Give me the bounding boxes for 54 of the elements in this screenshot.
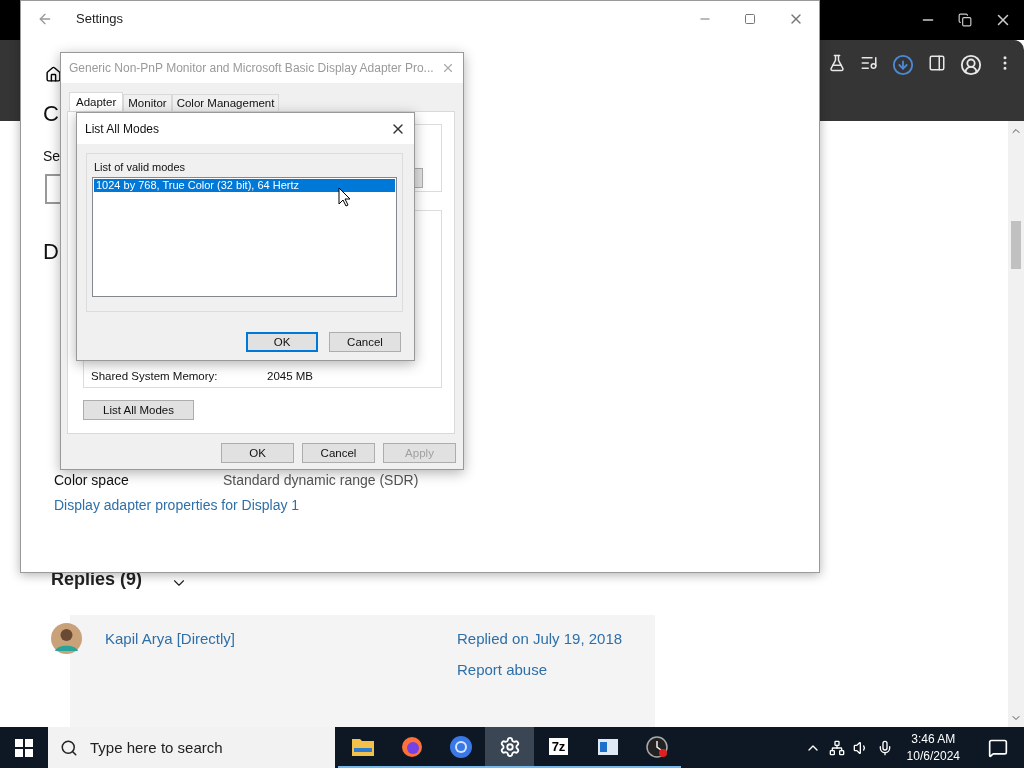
memory-value: 2045 MB [267,370,314,382]
tab[interactable]: Color Management [171,94,280,111]
clock-icon [644,734,669,759]
notifications-icon[interactable] [988,737,1008,758]
info-value: Standard dynamic range (SDR) [223,471,419,488]
home-icon[interactable] [45,66,62,83]
flask-icon[interactable] [828,54,846,72]
author-link[interactable]: Kapil Arya [Directly] [105,629,457,647]
search-field[interactable]: Type here to search [48,727,335,768]
date: 10/6/2024 [906,747,960,765]
dialog-title: Generic Non-PnP Monitor and Microsoft Basic Display Adapter Pro... [69,61,434,75]
window-title: Settings [76,11,123,26]
adapter-properties-link[interactable]: Display adapter properties for Display 1 [54,496,300,513]
avatar [51,622,82,654]
list-all-modes-button[interactable]: List All Modes [83,400,194,420]
reply-date: Replied on July 19, 2018 [457,629,624,647]
tab[interactable]: Adapter [69,92,124,111]
cursor-icon [338,187,351,207]
dialog-button[interactable]: Cancel [329,332,401,352]
field-label: Se [43,147,61,166]
playlist-icon[interactable] [860,54,878,72]
dialog-button[interactable]: Cancel [302,443,375,463]
dialog-title: List All Modes [85,121,160,136]
dialog-button[interactable]: OK [246,332,318,352]
modes-list[interactable]: 1024 by 768, True Color (32 bit), 64 Hertz [92,177,397,297]
search-icon [60,738,78,757]
clock[interactable]: 3:46 AM 10/6/2024 [906,730,960,765]
window-icon [596,736,619,757]
info-label: Color space [54,471,130,488]
settings-icon [498,735,521,758]
search-placeholder: Type here to search [90,739,223,756]
archive-logo: 7z [548,738,569,755]
time: 3:46 AM [911,730,956,748]
memory-label: Shared System Memory: [91,370,219,382]
tab[interactable]: Monitor [123,94,172,111]
archive-app-button[interactable]: 7z [534,727,583,768]
fox-browser-icon [399,734,424,759]
profile-icon[interactable] [960,54,982,76]
windows-logo-icon [15,738,33,757]
section-heading: D [43,238,59,266]
group-label: List of valid modes [94,160,187,175]
network-icon[interactable] [828,739,845,756]
round-browser-icon [447,733,474,760]
side-panel-icon[interactable] [928,54,946,72]
settings-app-button[interactable] [485,727,534,768]
download-icon[interactable] [892,54,914,76]
scrollbar-thumb[interactable] [1011,221,1021,269]
page-heading: C [43,100,59,128]
mode-item[interactable]: 1024 by 768, True Color (32 bit), 64 Hertz [94,179,395,192]
dialog-button[interactable]: OK [221,443,294,463]
maximize-icon[interactable] [744,12,756,25]
scrollbar[interactable] [1008,121,1024,727]
report-abuse-link[interactable]: Report abuse [457,661,655,678]
restore-icon[interactable] [958,13,972,27]
